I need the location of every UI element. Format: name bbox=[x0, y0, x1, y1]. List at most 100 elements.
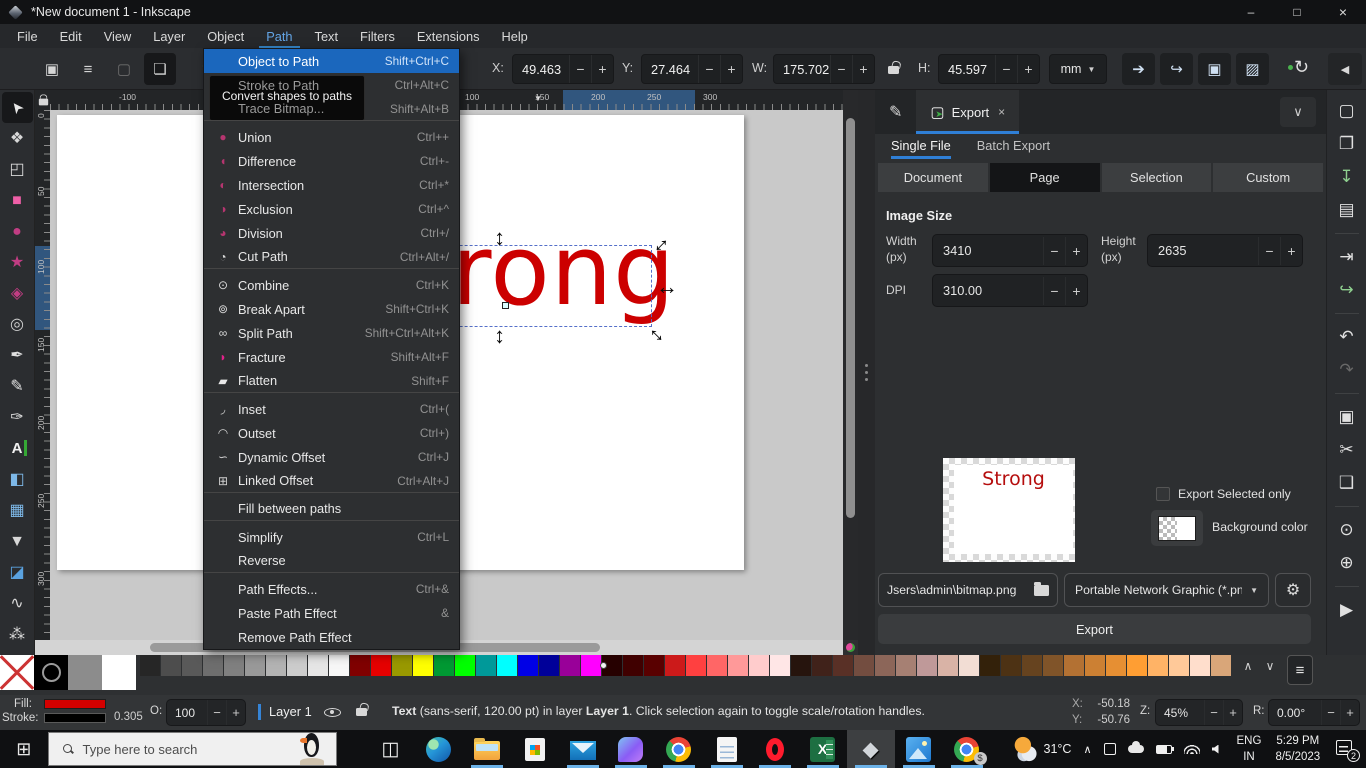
taskbar-inkscape[interactable]: ◆ bbox=[847, 730, 895, 768]
palette-swatch[interactable] bbox=[1211, 655, 1231, 676]
taskbar-mail[interactable] bbox=[559, 730, 607, 768]
palette-swatch[interactable] bbox=[1106, 655, 1126, 676]
tool-3d-box[interactable]: ◈ bbox=[2, 278, 33, 309]
scale-corners-toggle[interactable]: ↪ bbox=[1160, 53, 1193, 85]
language-indicator[interactable]: ENG IN bbox=[1237, 733, 1262, 765]
decrement-button[interactable]: − bbox=[1043, 237, 1065, 265]
menu-item-reverse[interactable]: Reverse bbox=[204, 549, 459, 573]
lock-ratio-toggle[interactable] bbox=[888, 66, 899, 74]
decrement-button[interactable]: − bbox=[569, 55, 591, 83]
palette-swatch[interactable] bbox=[539, 655, 559, 676]
palette-swatch[interactable] bbox=[1148, 655, 1168, 676]
increment-button[interactable]: + bbox=[720, 55, 742, 83]
snip-icon[interactable] bbox=[1100, 743, 1120, 755]
export-selected-checkbox[interactable] bbox=[1156, 487, 1170, 501]
dock-collapse-button[interactable]: ∨ bbox=[1280, 97, 1316, 127]
taskbar-notepad[interactable] bbox=[703, 730, 751, 768]
select-all-layers-button[interactable]: ≡ bbox=[72, 53, 104, 85]
unit-dropdown[interactable]: mm ▼ bbox=[1049, 54, 1107, 84]
menubar-item[interactable]: Text bbox=[304, 24, 349, 48]
layer-lock-icon[interactable] bbox=[356, 708, 367, 716]
palette-swatch[interactable] bbox=[476, 655, 496, 676]
decrement-button[interactable]: − bbox=[830, 55, 852, 83]
palette-swatch[interactable] bbox=[581, 655, 601, 676]
palette-swatch[interactable] bbox=[812, 655, 832, 676]
export-dpi-field[interactable]: 310.00 − + bbox=[932, 274, 1088, 307]
export-mode-tab[interactable]: Single File bbox=[891, 138, 951, 159]
rotation-widget-icon[interactable]: ↻ bbox=[1294, 57, 1309, 78]
increment-button[interactable]: + bbox=[1065, 277, 1087, 305]
selection-box-mode-button[interactable]: ❏ bbox=[144, 53, 176, 85]
decrement-button[interactable]: − bbox=[698, 55, 720, 83]
export-area-button[interactable]: Custom bbox=[1213, 163, 1323, 192]
menubar-item[interactable]: File bbox=[6, 24, 49, 48]
increment-button[interactable]: + bbox=[1223, 700, 1242, 725]
decrement-button[interactable]: − bbox=[1043, 277, 1065, 305]
menubar-item[interactable]: Layer bbox=[142, 24, 196, 48]
palette-swatch[interactable] bbox=[161, 655, 181, 676]
export-filename-field[interactable]: Jsers\admin\bitmap.png bbox=[878, 573, 1058, 607]
import-icon[interactable]: ⇥ bbox=[1334, 246, 1360, 268]
menu-item-simplify[interactable]: Simplify Ctrl+L bbox=[204, 525, 459, 549]
palette-swatch[interactable] bbox=[728, 655, 748, 676]
palette-swatch[interactable] bbox=[896, 655, 916, 676]
zoom-field[interactable]: 45% − + bbox=[1155, 699, 1243, 726]
stroke-width-value[interactable]: 0.305 bbox=[114, 711, 143, 723]
menubar-item[interactable]: Help bbox=[490, 24, 538, 48]
taskbar-chrome-profile[interactable]: $ bbox=[943, 730, 991, 768]
taskbar-chrome[interactable] bbox=[655, 730, 703, 768]
scale-handle-right[interactable]: ↔ bbox=[656, 276, 678, 298]
increment-button[interactable]: + bbox=[1340, 700, 1359, 725]
palette-scroll-up[interactable]: ∧ bbox=[1237, 655, 1259, 676]
tool-gradient[interactable]: ◧ bbox=[2, 464, 33, 495]
decrement-button[interactable]: − bbox=[207, 700, 226, 725]
export-mode-tab[interactable]: Batch Export bbox=[977, 138, 1050, 159]
menu-item-fracture[interactable]: ◗ Fracture Shift+Alt+F bbox=[204, 345, 459, 369]
palette-swatch[interactable] bbox=[959, 655, 979, 676]
palette-swatch[interactable] bbox=[182, 655, 202, 676]
palette-swatch[interactable] bbox=[287, 655, 307, 676]
menu-item-division[interactable]: ◕ Division Ctrl+/ bbox=[204, 221, 459, 245]
palette-swatch[interactable] bbox=[329, 655, 349, 676]
menu-item-outset[interactable]: ◠ Outset Ctrl+) bbox=[204, 421, 459, 445]
export-area-button[interactable]: Document bbox=[878, 163, 988, 192]
menu-item-path-effects[interactable]: Path Effects... Ctrl+& bbox=[204, 577, 459, 601]
snap-bar-collapse-button[interactable]: ◀ bbox=[1328, 53, 1362, 85]
vertical-scrollbar[interactable] bbox=[843, 90, 858, 640]
expand-icon[interactable]: ▶ bbox=[1334, 599, 1360, 621]
color-managed-view-toggle[interactable] bbox=[843, 640, 858, 655]
export-area-button[interactable]: Page bbox=[990, 163, 1100, 192]
sep1[interactable] bbox=[1335, 233, 1359, 234]
search-input[interactable]: Type here to search bbox=[48, 732, 337, 766]
export-settings-button[interactable]: ⚙ bbox=[1275, 573, 1311, 607]
scale-handle-bottom[interactable]: ↔ bbox=[492, 326, 514, 348]
tool-pen[interactable]: ✒ bbox=[2, 340, 33, 371]
print-icon[interactable]: ▤ bbox=[1334, 199, 1360, 221]
w-field[interactable]: 175.702 − + bbox=[773, 54, 875, 84]
redo-icon[interactable]: ↷ bbox=[1334, 359, 1360, 381]
minimize-button[interactable]: – bbox=[1228, 0, 1274, 24]
palette-swatch[interactable] bbox=[623, 655, 643, 676]
palette-swatch[interactable] bbox=[371, 655, 391, 676]
close-icon[interactable]: × bbox=[998, 105, 1005, 119]
ruler-lock-icon[interactable] bbox=[39, 99, 48, 106]
palette-swatch[interactable] bbox=[917, 655, 937, 676]
palette-swatch[interactable] bbox=[644, 655, 664, 676]
move-patterns-toggle[interactable]: ▨ bbox=[1236, 53, 1269, 85]
stroke-swatch[interactable] bbox=[44, 713, 106, 723]
scrollbar-thumb[interactable] bbox=[846, 118, 855, 518]
decrement-button[interactable]: − bbox=[1321, 700, 1340, 725]
palette-swatch[interactable] bbox=[791, 655, 811, 676]
menu-item-dynamic-offset[interactable]: ∽ Dynamic Offset Ctrl+J bbox=[204, 445, 459, 469]
palette-swatch[interactable] bbox=[980, 655, 1000, 676]
move-gradients-toggle[interactable]: ▣ bbox=[1198, 53, 1231, 85]
menu-item-object-to-path[interactable]: Object to Path Shift+Ctrl+C bbox=[204, 49, 459, 73]
increment-button[interactable]: + bbox=[1017, 55, 1039, 83]
menubar-item[interactable]: Path bbox=[255, 24, 303, 48]
palette-swatch[interactable] bbox=[1169, 655, 1189, 676]
tool-dropper[interactable]: ▼ bbox=[2, 526, 33, 557]
palette-menu-button[interactable]: ≡ bbox=[1287, 655, 1313, 685]
tool-star[interactable]: ★ bbox=[2, 247, 33, 278]
taskbar-edge[interactable] bbox=[415, 730, 463, 768]
weather-icon[interactable]: 31°C bbox=[1009, 736, 1076, 762]
